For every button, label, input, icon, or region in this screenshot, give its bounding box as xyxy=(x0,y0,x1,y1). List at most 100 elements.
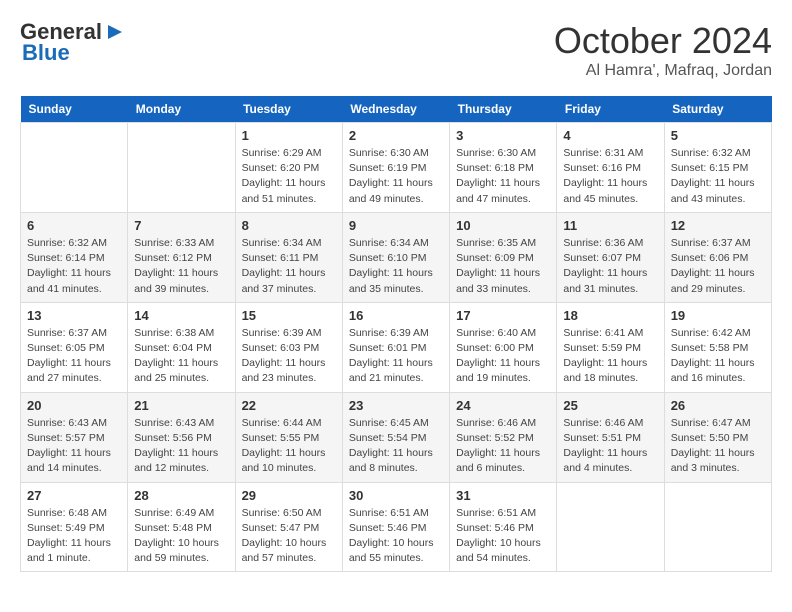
day-info: Sunrise: 6:37 AMSunset: 6:05 PMDaylight:… xyxy=(27,326,121,387)
table-row: 30 Sunrise: 6:51 AMSunset: 5:46 PMDayligh… xyxy=(342,482,449,572)
day-number: 4 xyxy=(563,128,657,143)
table-row: 26 Sunrise: 6:47 AMSunset: 5:50 PMDayligh… xyxy=(664,392,771,482)
day-number: 10 xyxy=(456,218,550,233)
day-number: 13 xyxy=(27,308,121,323)
day-number: 14 xyxy=(134,308,228,323)
day-info: Sunrise: 6:32 AMSunset: 6:14 PMDaylight:… xyxy=(27,236,121,297)
table-row: 21Sunrise: 6:43 AMSunset: 5:56 PMDayligh… xyxy=(128,392,235,482)
day-number: 30 xyxy=(349,488,443,503)
day-number: 31 xyxy=(456,488,550,503)
table-row: 19 Sunrise: 6:42 AMSunset: 5:58 PMDayligh… xyxy=(664,302,771,392)
calendar-week-row: 27 Sunrise: 6:48 AMSunset: 5:49 PMDayligh… xyxy=(21,482,772,572)
day-info: Sunrise: 6:48 AMSunset: 5:49 PMDaylight:… xyxy=(27,506,121,567)
day-number: 8 xyxy=(242,218,336,233)
day-info: Sunrise: 6:30 AMSunset: 6:19 PMDaylight:… xyxy=(349,146,443,207)
calendar-week-row: 20 Sunrise: 6:43 AMSunset: 5:57 PMDayligh… xyxy=(21,392,772,482)
day-info: Sunrise: 6:29 AMSunset: 6:20 PMDaylight:… xyxy=(242,146,336,207)
table-row: 7 Sunrise: 6:33 AMSunset: 6:12 PMDaylight… xyxy=(128,212,235,302)
day-number: 22 xyxy=(242,398,336,413)
table-row: 24Sunrise: 6:46 AMSunset: 5:52 PMDayligh… xyxy=(450,392,557,482)
day-number: 19 xyxy=(671,308,765,323)
calendar-week-row: 6 Sunrise: 6:32 AMSunset: 6:14 PMDaylight… xyxy=(21,212,772,302)
day-info: Sunrise: 6:43 AMSunset: 5:57 PMDaylight:… xyxy=(27,416,121,477)
day-number: 15 xyxy=(242,308,336,323)
page-header: General Blue October 2024 Al Hamra', Maf… xyxy=(20,20,772,80)
day-number: 6 xyxy=(27,218,121,233)
day-info: Sunrise: 6:44 AMSunset: 5:55 PMDaylight:… xyxy=(242,416,336,477)
day-info: Sunrise: 6:34 AMSunset: 6:10 PMDaylight:… xyxy=(349,236,443,297)
header-saturday: Saturday xyxy=(664,96,771,123)
day-info: Sunrise: 6:34 AMSunset: 6:11 PMDaylight:… xyxy=(242,236,336,297)
table-row: 5 Sunrise: 6:32 AMSunset: 6:15 PMDaylight… xyxy=(664,123,771,213)
month-title: October 2024 xyxy=(554,20,772,62)
table-row: 2 Sunrise: 6:30 AMSunset: 6:19 PMDaylight… xyxy=(342,123,449,213)
day-info: Sunrise: 6:47 AMSunset: 5:50 PMDaylight:… xyxy=(671,416,765,477)
table-row: 29 Sunrise: 6:50 AMSunset: 5:47 PMDayligh… xyxy=(235,482,342,572)
day-number: 29 xyxy=(242,488,336,503)
table-row: 3 Sunrise: 6:30 AMSunset: 6:18 PMDaylight… xyxy=(450,123,557,213)
table-row: 11Sunrise: 6:36 AMSunset: 6:07 PMDayligh… xyxy=(557,212,664,302)
day-info: Sunrise: 6:42 AMSunset: 5:58 PMDaylight:… xyxy=(671,326,765,387)
table-row: 8 Sunrise: 6:34 AMSunset: 6:11 PMDaylight… xyxy=(235,212,342,302)
day-info: Sunrise: 6:38 AMSunset: 6:04 PMDaylight:… xyxy=(134,326,228,387)
table-row xyxy=(128,123,235,213)
day-number: 23 xyxy=(349,398,443,413)
day-number: 28 xyxy=(134,488,228,503)
table-row: 16 Sunrise: 6:39 AMSunset: 6:01 PMDayligh… xyxy=(342,302,449,392)
table-row: 18 Sunrise: 6:41 AMSunset: 5:59 PMDayligh… xyxy=(557,302,664,392)
day-number: 5 xyxy=(671,128,765,143)
header-sunday: Sunday xyxy=(21,96,128,123)
calendar-header-row: Sunday Monday Tuesday Wednesday Thursday… xyxy=(21,96,772,123)
table-row: 27 Sunrise: 6:48 AMSunset: 5:49 PMDayligh… xyxy=(21,482,128,572)
day-number: 27 xyxy=(27,488,121,503)
day-number: 2 xyxy=(349,128,443,143)
header-monday: Monday xyxy=(128,96,235,123)
table-row: 31Sunrise: 6:51 AMSunset: 5:46 PMDayligh… xyxy=(450,482,557,572)
day-info: Sunrise: 6:30 AMSunset: 6:18 PMDaylight:… xyxy=(456,146,550,207)
day-number: 26 xyxy=(671,398,765,413)
day-info: Sunrise: 6:43 AMSunset: 5:56 PMDaylight:… xyxy=(134,416,228,477)
table-row: 9 Sunrise: 6:34 AMSunset: 6:10 PMDaylight… xyxy=(342,212,449,302)
day-info: Sunrise: 6:40 AMSunset: 6:00 PMDaylight:… xyxy=(456,326,550,387)
title-section: October 2024 Al Hamra', Mafraq, Jordan xyxy=(554,20,772,80)
day-number: 9 xyxy=(349,218,443,233)
day-info: Sunrise: 6:32 AMSunset: 6:15 PMDaylight:… xyxy=(671,146,765,207)
day-info: Sunrise: 6:33 AMSunset: 6:12 PMDaylight:… xyxy=(134,236,228,297)
day-info: Sunrise: 6:35 AMSunset: 6:09 PMDaylight:… xyxy=(456,236,550,297)
table-row: 20 Sunrise: 6:43 AMSunset: 5:57 PMDayligh… xyxy=(21,392,128,482)
day-number: 18 xyxy=(563,308,657,323)
day-info: Sunrise: 6:50 AMSunset: 5:47 PMDaylight:… xyxy=(242,506,336,567)
day-number: 20 xyxy=(27,398,121,413)
table-row: 13 Sunrise: 6:37 AMSunset: 6:05 PMDayligh… xyxy=(21,302,128,392)
day-info: Sunrise: 6:49 AMSunset: 5:48 PMDaylight:… xyxy=(134,506,228,567)
day-number: 12 xyxy=(671,218,765,233)
header-thursday: Thursday xyxy=(450,96,557,123)
day-info: Sunrise: 6:46 AMSunset: 5:51 PMDaylight:… xyxy=(563,416,657,477)
day-info: Sunrise: 6:41 AMSunset: 5:59 PMDaylight:… xyxy=(563,326,657,387)
day-number: 3 xyxy=(456,128,550,143)
calendar-week-row: 1 Sunrise: 6:29 AMSunset: 6:20 PMDaylight… xyxy=(21,123,772,213)
day-info: Sunrise: 6:46 AMSunset: 5:52 PMDaylight:… xyxy=(456,416,550,477)
day-number: 7 xyxy=(134,218,228,233)
table-row: 17Sunrise: 6:40 AMSunset: 6:00 PMDayligh… xyxy=(450,302,557,392)
table-row: 10 Sunrise: 6:35 AMSunset: 6:09 PMDayligh… xyxy=(450,212,557,302)
table-row: 1 Sunrise: 6:29 AMSunset: 6:20 PMDaylight… xyxy=(235,123,342,213)
header-wednesday: Wednesday xyxy=(342,96,449,123)
header-friday: Friday xyxy=(557,96,664,123)
table-row: 6 Sunrise: 6:32 AMSunset: 6:14 PMDaylight… xyxy=(21,212,128,302)
table-row xyxy=(664,482,771,572)
location-subtitle: Al Hamra', Mafraq, Jordan xyxy=(554,62,772,80)
day-info: Sunrise: 6:37 AMSunset: 6:06 PMDaylight:… xyxy=(671,236,765,297)
logo-blue: Blue xyxy=(20,40,70,66)
table-row xyxy=(557,482,664,572)
table-row: 23Sunrise: 6:45 AMSunset: 5:54 PMDayligh… xyxy=(342,392,449,482)
day-info: Sunrise: 6:39 AMSunset: 6:01 PMDaylight:… xyxy=(349,326,443,387)
day-number: 11 xyxy=(563,218,657,233)
day-info: Sunrise: 6:31 AMSunset: 6:16 PMDaylight:… xyxy=(563,146,657,207)
logo-arrow-icon xyxy=(104,21,126,43)
day-info: Sunrise: 6:51 AMSunset: 5:46 PMDaylight:… xyxy=(349,506,443,567)
day-number: 25 xyxy=(563,398,657,413)
day-number: 1 xyxy=(242,128,336,143)
table-row: 14 Sunrise: 6:38 AMSunset: 6:04 PMDayligh… xyxy=(128,302,235,392)
day-number: 16 xyxy=(349,308,443,323)
